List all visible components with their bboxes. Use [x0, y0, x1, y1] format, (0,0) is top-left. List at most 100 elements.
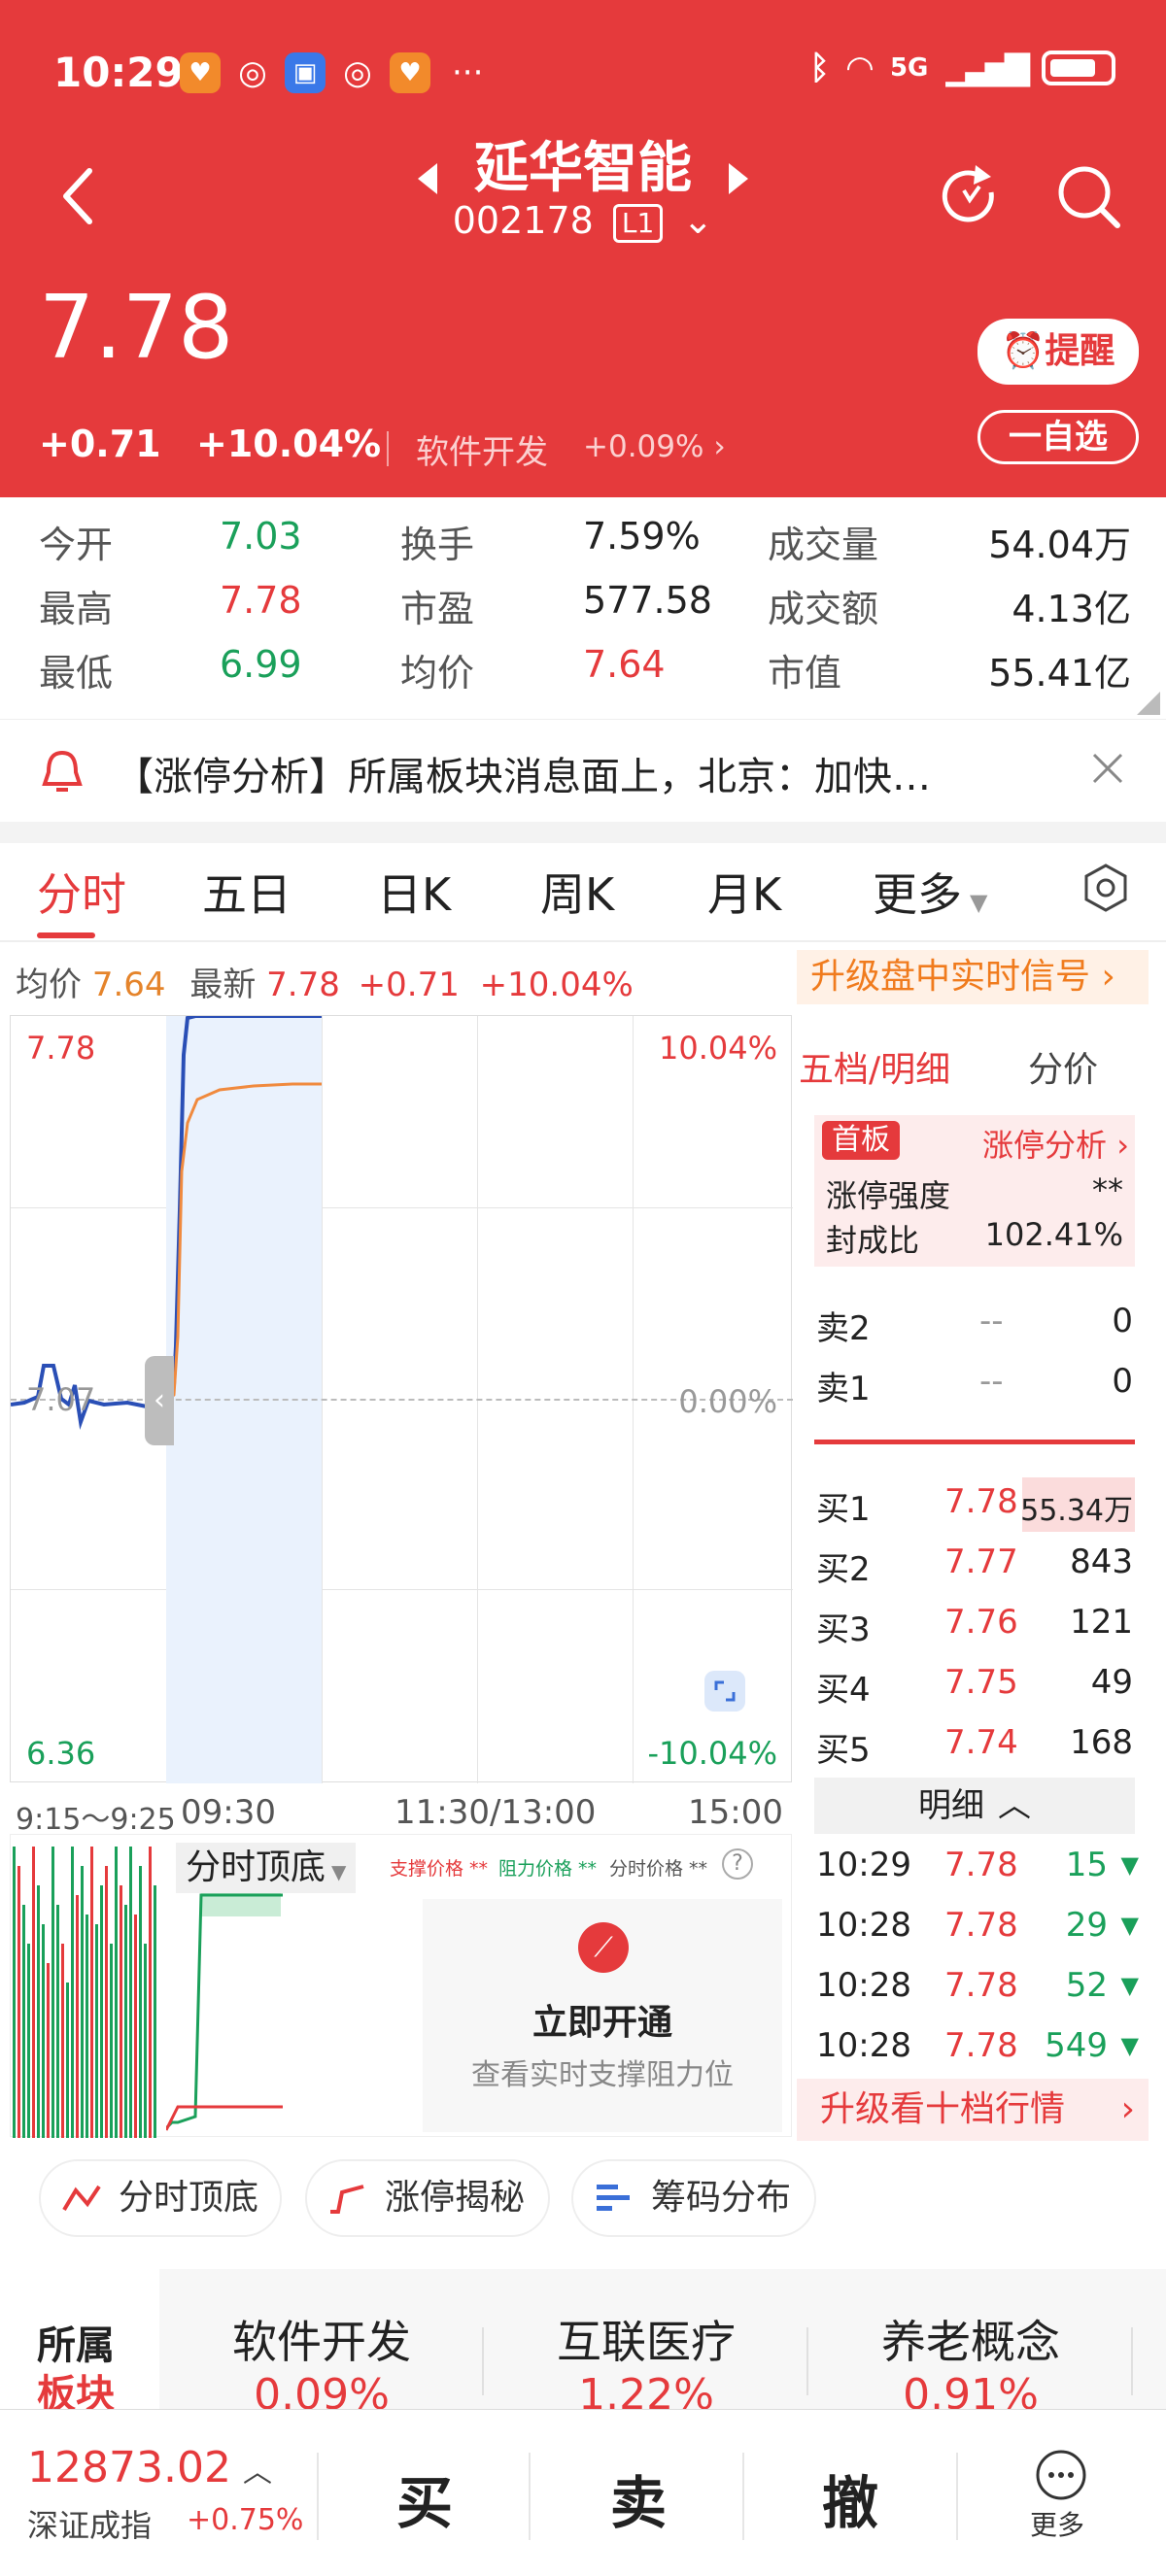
time-label: 11:30/13:00 — [394, 1793, 597, 1832]
tick-price: 7.78 — [944, 1846, 1018, 1884]
volume-bar — [154, 1885, 156, 2138]
chip-chip-distribution[interactable]: 筹码分布 — [571, 2159, 816, 2237]
help-icon[interactable]: ? — [722, 1848, 753, 1880]
stat-label: 成交额 — [768, 588, 879, 630]
divider — [742, 2453, 744, 2540]
volume-bar — [110, 1944, 113, 2138]
tick-price: 7.78 — [944, 1966, 1018, 2005]
volume-bar — [105, 1866, 108, 2138]
detail-header[interactable]: 明细 ︿ — [814, 1778, 1135, 1834]
tick-price: 7.78 — [944, 2026, 1018, 2065]
volume-bar — [100, 1885, 103, 2138]
fullscreen-icon[interactable] — [703, 1669, 747, 1713]
chip-limit-up-secrets[interactable]: 涨停揭秘 — [305, 2159, 550, 2237]
volume-bar — [120, 1885, 122, 2138]
sector-name[interactable]: 软件开发 — [181, 2307, 463, 2371]
bell-icon — [42, 750, 83, 792]
chevron-up-icon: ︿ — [998, 1786, 1031, 1825]
remind-button[interactable]: ⏰提醒 — [977, 319, 1139, 385]
volume-bar — [37, 1885, 40, 2138]
sector-name[interactable]: 互联医疗 — [505, 2307, 787, 2371]
legend-resistance: 阻力价格 ** — [498, 1858, 598, 1880]
news-banner[interactable]: 【涨停分析】所属板块消息面上，北京：加快… — [0, 719, 1166, 820]
volume-bar — [32, 1847, 35, 2138]
stat-label: 最低 — [39, 652, 114, 695]
buy-price: 7.76 — [944, 1603, 1018, 1642]
indicator-select[interactable]: 分时顶底 ▼ — [176, 1843, 357, 1893]
tab-price-distribution[interactable]: 分价 — [1028, 1041, 1098, 1092]
stat-label: 市盈 — [400, 588, 475, 630]
volume-bar — [86, 1915, 88, 2138]
sector-link[interactable]: 软件开发 — [416, 425, 548, 473]
more-label[interactable]: 更多 — [1030, 2504, 1084, 2543]
more-icon[interactable] — [1034, 2448, 1088, 2502]
limit-up-panel[interactable]: 首板 涨停分析 › 涨停强度 ** 封成比 102.41% — [814, 1115, 1135, 1267]
down-triangle-icon: ▼ — [1120, 1851, 1139, 1879]
index-value[interactable]: 12873.02 ︿ — [27, 2443, 272, 2492]
search-icon[interactable] — [1053, 161, 1123, 231]
divider — [317, 2453, 319, 2540]
limit-analysis-link[interactable]: 涨停分析 › — [982, 1121, 1129, 1166]
bottom-bar: 12873.02 ︿ 深证成指 +0.75% — [0, 2409, 1166, 2576]
sector-pct[interactable]: +0.09% › — [583, 429, 726, 464]
close-icon[interactable] — [1090, 751, 1125, 786]
settings-icon[interactable] — [1080, 863, 1131, 913]
stat-value: 7.03 — [220, 515, 302, 558]
divider — [956, 2453, 958, 2540]
volume-bar — [95, 1924, 98, 2138]
buy-label: 买2 — [816, 1550, 871, 1589]
index-pct: +0.75% — [187, 2503, 304, 2537]
seal-value: 102.41% — [984, 1216, 1123, 1253]
upgrade-signal-button[interactable]: 升级盘中实时信号 › — [797, 950, 1149, 1004]
tab-daily-k[interactable]: 日K — [377, 860, 451, 924]
volume-bar — [61, 1944, 64, 2138]
chip-minute-top-bottom[interactable]: 分时顶底 — [39, 2159, 282, 2237]
indicator-chart[interactable]: 分时顶底 ▼ 支撑价格 ** 阻力价格 ** 分时价格 ** ? ⟋ 立即开通 查… — [10, 1834, 792, 2138]
divider — [482, 2327, 484, 2395]
alarm-icon: ⏰ — [1001, 331, 1046, 371]
activate-panel[interactable]: ⟋ 立即开通 查看实时支撑阻力位 — [423, 1899, 782, 2132]
sell-price: -- — [979, 1362, 1004, 1401]
wechat-icon: ◎ — [343, 53, 372, 92]
app-heart-icon: ♥ — [180, 52, 221, 93]
chart-bottom-price: 6.36 — [26, 1735, 96, 1772]
cancel-button[interactable]: 撤 — [822, 2457, 878, 2539]
expand-corner-icon[interactable] — [1137, 692, 1160, 715]
tab-weekly-k[interactable]: 周K — [540, 860, 614, 924]
volume-bar — [51, 1847, 54, 2138]
buy-price: 7.78 — [944, 1482, 1018, 1521]
tab-monthly-k[interactable]: 月K — [707, 860, 781, 924]
tab-more[interactable]: 更多 ▼ — [873, 860, 987, 924]
refresh-icon[interactable] — [937, 163, 1003, 229]
stat-value: 7.59% — [583, 515, 701, 558]
volume-bar — [144, 1944, 147, 2138]
collapse-handle[interactable]: ‹ — [145, 1356, 174, 1445]
volume-bar — [42, 1924, 45, 2138]
buy-volume: 55.34万 — [1020, 1494, 1133, 1528]
tab-five-day[interactable]: 五日 — [202, 860, 292, 924]
chart-mid-pct: 0.00% — [678, 1383, 777, 1420]
stat-label: 换手 — [400, 524, 475, 566]
tab-order-book[interactable]: 五档/明细 — [799, 1041, 950, 1092]
sell-label: 卖1 — [816, 1370, 871, 1408]
header: 10:29 ♥ ◎ ▣ ◎ ♥ ··· ᛒ ◠ 5G ▁▃▅▇ 延华智能 002… — [0, 0, 1166, 497]
volume-bar — [56, 1905, 59, 2138]
stat-value: 54.04万 — [988, 524, 1131, 566]
upgrade-10-level-button[interactable]: 升级看十档行情 › — [797, 2079, 1149, 2141]
more-notifications-icon: ··· — [452, 53, 484, 92]
seal-label: 封成比 — [826, 1222, 920, 1259]
stat-label: 今开 — [39, 524, 114, 566]
volume-bar — [17, 1866, 20, 2138]
buy-label: 买4 — [816, 1671, 871, 1710]
stock-code: 002178 — [452, 199, 594, 242]
buy-volume: 121 — [1070, 1603, 1133, 1642]
time-label: 09:30 — [181, 1793, 276, 1832]
buy-button[interactable]: 买 — [396, 2457, 453, 2539]
sell-button[interactable]: 卖 — [610, 2457, 667, 2539]
intraday-chart[interactable]: ‹ 7.78 10.04% 7.07 0.00% 6.36 -10.04% — [10, 1015, 793, 1783]
sector-name[interactable]: 养老概念 — [830, 2307, 1112, 2371]
chart-top-price: 7.78 — [26, 1030, 96, 1067]
watchlist-button[interactable]: 一自选 — [977, 410, 1139, 464]
tab-minute[interactable]: 分时 — [37, 860, 126, 924]
down-triangle-icon: ▼ — [1120, 2032, 1139, 2059]
